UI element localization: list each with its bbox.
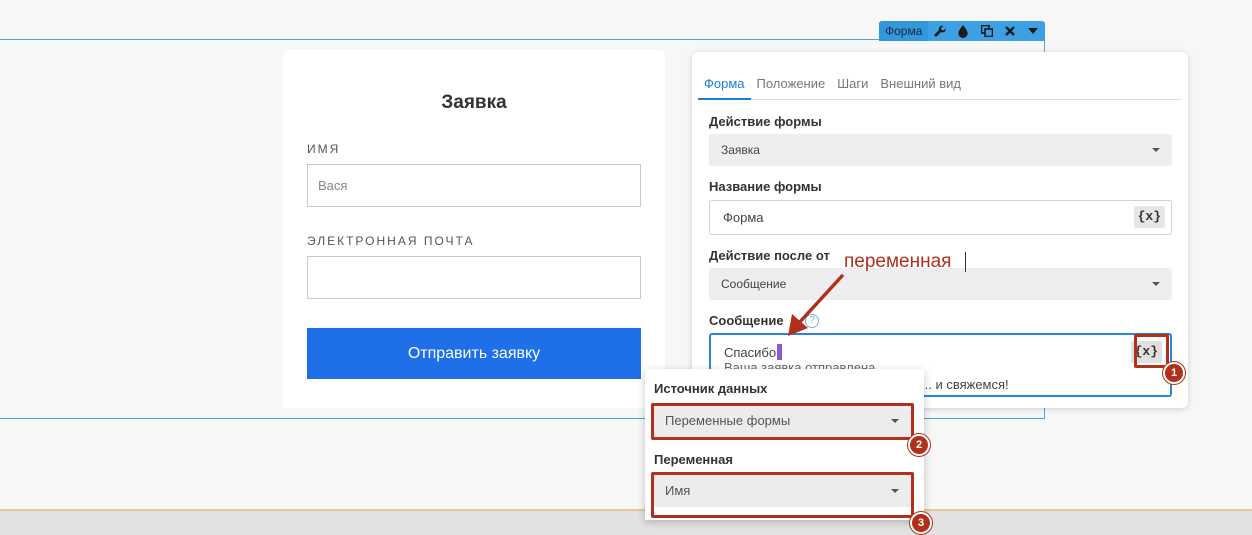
- after-submit-label: Действие после от: [709, 248, 830, 263]
- settings-tabs: Форма Положение Шаги Внешний вид: [698, 70, 1181, 100]
- name-input[interactable]: Вася: [307, 164, 641, 207]
- tab-appearance[interactable]: Внешний вид: [874, 70, 967, 100]
- form-action-select[interactable]: Заявка: [709, 134, 1172, 166]
- message-line-1: Спасибо: [724, 345, 777, 360]
- toolbar-label[interactable]: Форма: [879, 21, 929, 41]
- chevron-down-icon: [1152, 148, 1160, 152]
- copy-icon[interactable]: [975, 21, 998, 41]
- tab-position[interactable]: Положение: [751, 70, 832, 100]
- form-action-label: Действие формы: [709, 114, 822, 129]
- highlight-box-1: [1134, 334, 1169, 368]
- wrench-icon[interactable]: [928, 21, 951, 41]
- name-field-label: ИМЯ: [307, 142, 341, 156]
- drop-icon[interactable]: [952, 21, 975, 41]
- annotation-caret: [965, 252, 966, 272]
- after-submit-value: Сообщение: [721, 277, 787, 291]
- form-name-input[interactable]: Форма {x}: [709, 200, 1172, 235]
- annotation-arrow-icon: [788, 274, 844, 336]
- form-settings-panel: Форма Положение Шаги Внешний вид Действи…: [692, 52, 1188, 408]
- highlight-box-2: [651, 403, 914, 440]
- message-line-3: ... и свяжемся!: [921, 377, 1009, 392]
- badge-3: 3: [910, 512, 932, 534]
- chevron-down-icon: [1152, 282, 1160, 286]
- highlight-box-3: [651, 472, 914, 518]
- data-source-label: Источник данных: [654, 381, 768, 396]
- variable-button[interactable]: {x}: [1133, 206, 1165, 228]
- badge-1: 1: [1163, 362, 1185, 384]
- tab-steps[interactable]: Шаги: [831, 70, 874, 100]
- block-toolbar: Форма: [879, 21, 1045, 41]
- message-label: Сообщение: [709, 313, 784, 328]
- form-action-value: Заявка: [721, 143, 760, 157]
- email-input[interactable]: [307, 256, 641, 299]
- caret-down-icon[interactable]: [1022, 21, 1045, 41]
- email-field-label: ЭЛЕКТРОННАЯ ПОЧТА: [307, 234, 475, 248]
- form-title: Заявка: [441, 92, 507, 113]
- close-icon[interactable]: [998, 21, 1021, 41]
- annotation-label: переменная: [844, 251, 952, 272]
- tab-form[interactable]: Форма: [698, 70, 751, 100]
- form-name-label: Название формы: [709, 179, 822, 194]
- variable-label: Переменная: [654, 452, 733, 467]
- submit-button[interactable]: Отправить заявку: [307, 328, 641, 379]
- text-cursor: [777, 344, 783, 360]
- badge-2: 2: [908, 434, 930, 456]
- bottom-strip: [0, 509, 1252, 535]
- form-name-value: Форма: [723, 210, 764, 225]
